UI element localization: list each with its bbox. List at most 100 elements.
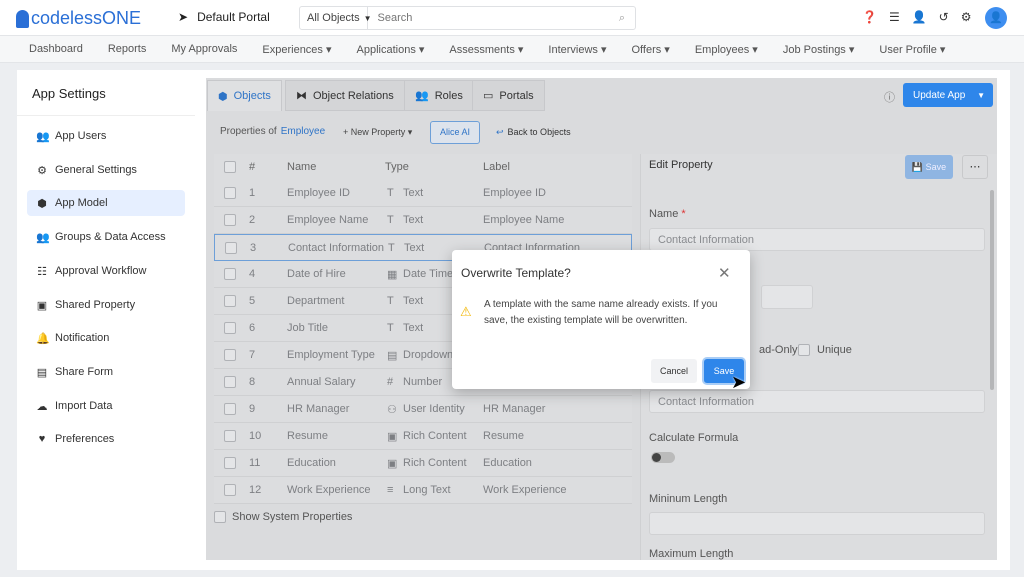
- nav-item[interactable]: Experiences ▾: [262, 43, 331, 56]
- relations-icon: ⧓: [296, 90, 307, 102]
- help-icon[interactable]: ❓: [862, 10, 877, 24]
- unique-checkbox[interactable]: [798, 344, 810, 356]
- sidebar-item[interactable]: ♥ Preferences: [27, 426, 185, 452]
- calculate-formula-toggle[interactable]: [651, 452, 675, 463]
- tab-roles[interactable]: 👥 Roles: [404, 80, 474, 111]
- caret-icon[interactable]: ▼: [977, 91, 985, 100]
- type-icon: #: [387, 376, 394, 388]
- close-icon[interactable]: ✕: [718, 264, 731, 282]
- nav-item[interactable]: Dashboard: [29, 43, 83, 55]
- show-system-properties[interactable]: Show System Properties: [214, 511, 352, 523]
- dialog-title: Overwrite Template?: [461, 266, 571, 280]
- users-icon: 👥: [415, 90, 429, 102]
- sidebar-icon: 🔔: [36, 332, 50, 345]
- row-checkbox[interactable]: [224, 457, 236, 469]
- row-checkbox[interactable]: [224, 376, 236, 388]
- label-field[interactable]: Contact Information: [649, 390, 985, 413]
- row-checkbox[interactable]: [224, 484, 236, 496]
- sidebar-item[interactable]: ⚙ General Settings: [27, 157, 185, 183]
- row-checkbox[interactable]: [225, 241, 237, 254]
- type-icon: T: [387, 214, 394, 226]
- nav-item[interactable]: Job Postings ▾: [783, 43, 855, 56]
- table-row[interactable]: 12 Work Experience ≡ Long Text Work Expe…: [214, 477, 632, 504]
- tab-object-relations[interactable]: ⧓ Object Relations: [285, 80, 405, 111]
- nav-item[interactable]: Reports: [108, 43, 147, 55]
- search-box[interactable]: All Objects▼ ⌕: [299, 6, 636, 30]
- type-icon: T: [387, 322, 394, 334]
- row-checkbox[interactable]: [224, 322, 236, 334]
- history-icon[interactable]: ↺: [939, 10, 949, 24]
- scrollbar[interactable]: [990, 190, 994, 390]
- nav-item[interactable]: User Profile ▾: [879, 43, 945, 56]
- row-checkbox[interactable]: [224, 403, 236, 415]
- table-row[interactable]: 10 Resume ▣ Rich Content Resume: [214, 423, 632, 450]
- type-icon: ▣: [387, 430, 398, 443]
- sidebar-icon: 👥: [36, 231, 50, 244]
- save-property-button[interactable]: 💾 Save: [905, 155, 953, 179]
- cancel-button[interactable]: Cancel: [651, 359, 697, 383]
- row-checkbox[interactable]: [224, 295, 236, 307]
- name-field[interactable]: Contact Information: [649, 228, 985, 251]
- update-app-button[interactable]: Update App ▼: [903, 83, 993, 107]
- add-user-icon[interactable]: 👤: [912, 10, 927, 24]
- sidebar-icon: ⚙: [37, 164, 47, 177]
- sidebar-item[interactable]: ⬢ App Model: [27, 190, 185, 216]
- table-row[interactable]: 2 Employee Name T Text Employee Name: [214, 207, 632, 234]
- row-checkbox[interactable]: [224, 349, 236, 361]
- alice-ai-button[interactable]: Alice AI: [430, 121, 480, 144]
- select-all-checkbox[interactable]: [224, 161, 236, 173]
- object-link[interactable]: Employee: [281, 126, 325, 137]
- search-scope-dropdown[interactable]: All Objects: [300, 7, 368, 29]
- logo[interactable]: codelessONE: [16, 8, 141, 29]
- sidebar-item[interactable]: ☷ Approval Workflow: [27, 258, 185, 284]
- dialog-message: A template with the same name already ex…: [484, 299, 718, 326]
- tab-portals[interactable]: ▭ Portals: [472, 80, 545, 111]
- table-row[interactable]: 11 Education ▣ Rich Content Education: [214, 450, 632, 477]
- nav-item[interactable]: Offers ▾: [632, 43, 670, 56]
- type-icon: ▤: [387, 349, 398, 362]
- sidebar-icon: ♥: [38, 433, 46, 445]
- sidebar-item[interactable]: ☁ Import Data: [27, 393, 185, 419]
- avatar[interactable]: 👤: [985, 7, 1007, 29]
- gear-icon[interactable]: ⚙: [961, 10, 972, 24]
- new-property-button[interactable]: + New Property ▾: [343, 127, 412, 138]
- sidebar-title: App Settings: [32, 86, 106, 101]
- nav-item[interactable]: Applications ▾: [357, 43, 425, 56]
- nav-item[interactable]: Interviews ▾: [548, 43, 606, 56]
- search-input[interactable]: [377, 12, 619, 24]
- row-checkbox[interactable]: [224, 214, 236, 226]
- monitor-icon: ▭: [483, 90, 494, 102]
- back-to-objects-link[interactable]: ↩ Back to Objects: [496, 127, 571, 138]
- table-header: # Name Type Label: [214, 154, 632, 181]
- nav-item[interactable]: Employees ▾: [695, 43, 758, 56]
- row-checkbox[interactable]: [224, 430, 236, 442]
- type-icon: T: [387, 295, 394, 307]
- table-row[interactable]: 1 Employee ID T Text Employee ID: [214, 180, 632, 207]
- table-row[interactable]: 9 HR Manager ⚇ User Identity HR Manager: [214, 396, 632, 423]
- sidebar-icon: ▣: [36, 299, 48, 312]
- nav-item[interactable]: My Approvals: [171, 43, 237, 55]
- more-options-button[interactable]: ⋯: [962, 155, 988, 179]
- tab-objects[interactable]: ⬢ Objects: [207, 80, 282, 111]
- search-icon[interactable]: ⌕: [619, 12, 625, 25]
- send-icon: ➤: [178, 10, 189, 24]
- portal-selector[interactable]: ➤ Default Portal: [178, 10, 270, 24]
- checkbox[interactable]: [214, 511, 226, 523]
- sidebar-item[interactable]: 👥 App Users: [27, 123, 185, 149]
- nav-item[interactable]: Assessments ▾: [449, 43, 523, 56]
- type-icon: ▣: [387, 457, 398, 470]
- sidebar-icon: ☁: [36, 400, 48, 413]
- min-length-field[interactable]: [649, 512, 985, 535]
- sidebar-item[interactable]: ▣ Shared Property: [27, 292, 185, 318]
- database-icon[interactable]: ☰: [889, 10, 900, 24]
- info-icon[interactable]: ⓘ: [884, 89, 895, 105]
- main-nav: Dashboard Reports My Approvals Experiences …: [0, 36, 1024, 63]
- sidebar-item[interactable]: ▤ Share Form: [27, 359, 185, 385]
- field[interactable]: [761, 285, 813, 309]
- row-checkbox[interactable]: [224, 187, 236, 199]
- sidebar-item[interactable]: 👥 Groups & Data Access: [27, 224, 185, 250]
- type-icon: T: [388, 241, 395, 254]
- type-icon: ⚇: [387, 403, 397, 416]
- row-checkbox[interactable]: [224, 268, 236, 280]
- sidebar-item[interactable]: 🔔 Notification: [27, 325, 185, 351]
